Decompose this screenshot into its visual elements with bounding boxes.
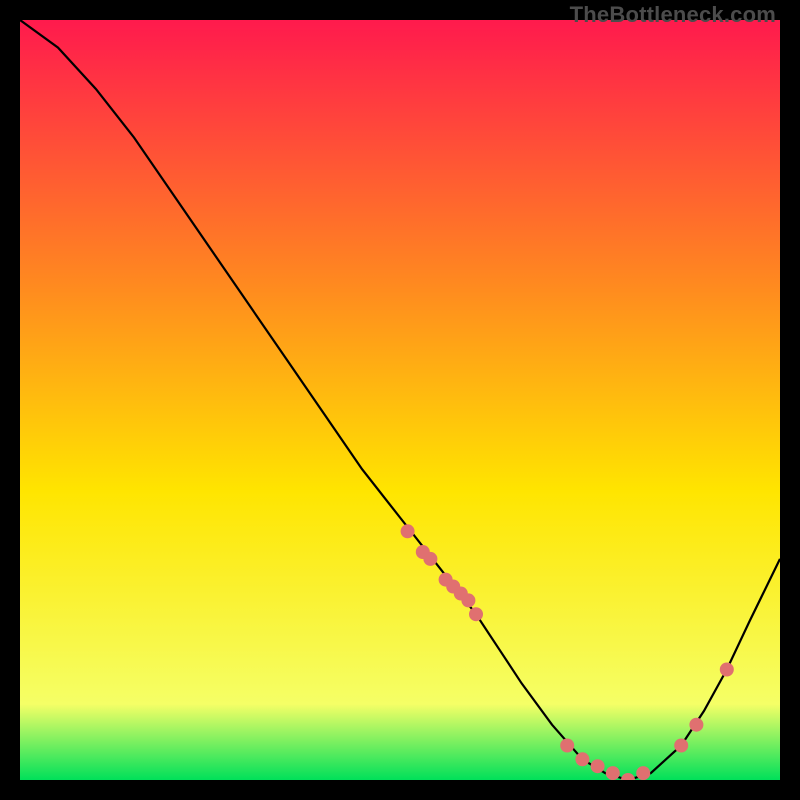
data-point — [591, 759, 605, 773]
data-point — [689, 718, 703, 732]
gradient-background — [20, 20, 780, 780]
data-point — [423, 552, 437, 566]
chart-svg — [20, 20, 780, 780]
data-point — [674, 739, 688, 753]
data-point — [401, 524, 415, 538]
data-point — [461, 593, 475, 607]
data-point — [560, 739, 574, 753]
data-point — [636, 766, 650, 780]
data-point — [606, 766, 620, 780]
watermark-text: TheBottleneck.com — [570, 2, 776, 28]
chart-frame — [20, 20, 780, 780]
data-point — [720, 663, 734, 677]
data-point — [575, 752, 589, 766]
data-point — [469, 607, 483, 621]
